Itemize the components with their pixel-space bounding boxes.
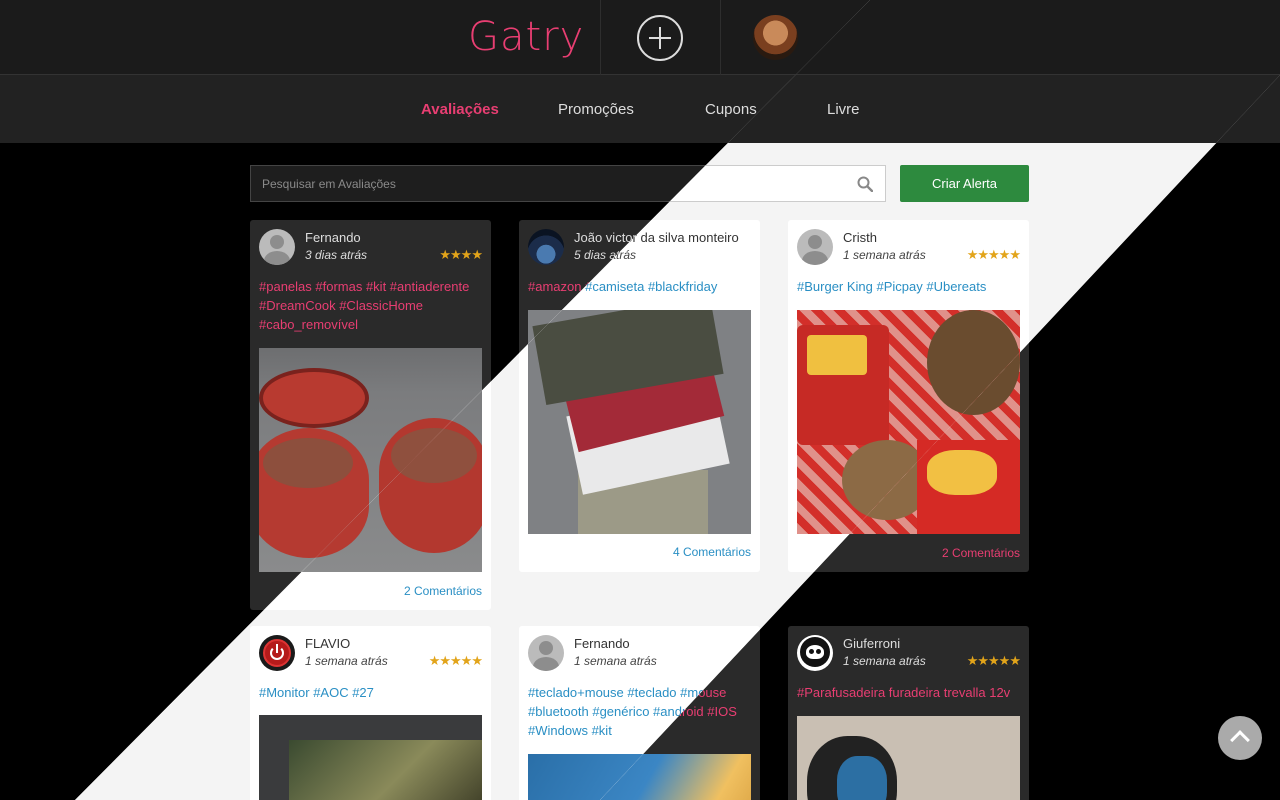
default-avatar-icon [797,229,833,265]
review-card[interactable]: FLAVIO 1 semana atrás ★★★★★ #Monitor #AOC #… [250,626,491,800]
card-username[interactable]: Fernando [305,230,361,245]
card-tags[interactable]: #Burger King #Picpay #Ubereats [797,277,1022,296]
card-time: 1 semana atrás [843,248,926,262]
review-card[interactable]: Giuferroni 1 semana atrás ★★★★★ #Parafusade… [788,626,1029,800]
card-username[interactable]: Giuferroni [843,636,900,651]
scroll-to-top-button[interactable] [1218,716,1262,760]
card-username[interactable]: FLAVIO [305,636,350,651]
card-time: 1 semana atrás [305,654,388,668]
search-icon[interactable] [857,176,874,193]
default-avatar-icon [259,229,295,265]
card-avatar[interactable] [528,229,564,265]
nav-tab-2[interactable]: Cupons [705,101,757,118]
card-username[interactable]: Cristh [843,230,877,245]
card-time: 1 semana atrás [843,654,926,668]
comments-link[interactable]: 2 Comentários [404,584,482,598]
card-tags[interactable]: #Parafusadeira furadeira trevalla 12v [797,683,1022,702]
skull-icon [797,635,833,671]
card-avatar[interactable] [259,229,295,265]
user-avatar[interactable] [753,15,798,60]
default-avatar-icon [528,635,564,671]
card-photo[interactable] [259,715,482,800]
card-avatar[interactable] [797,229,833,265]
comments-link[interactable]: 4 Comentários [673,545,751,559]
nav-tab-0[interactable]: Avaliações [421,101,499,118]
card-tags[interactable]: #panelas #formas #kit #antiaderente #Dre… [259,277,484,334]
comments-link[interactable]: 2 Comentários [942,546,1020,560]
avatar [528,229,564,265]
nav-tab-3[interactable]: Livre [827,101,860,118]
gatry-logo[interactable]: Gatry [468,14,584,60]
star-rating: ★★★★★ [966,653,1021,668]
card-avatar[interactable] [528,635,564,671]
create-alert-button[interactable]: Criar Alerta [900,165,1029,202]
card-avatar[interactable] [259,635,295,671]
card-avatar[interactable] [797,635,833,671]
card-username[interactable]: Fernando [574,636,630,651]
star-rating: ★★★★ [439,247,483,262]
card-photo[interactable] [528,310,751,534]
card-tags[interactable]: #Monitor #AOC #27 [259,683,484,702]
card-time: 1 semana atrás [574,654,657,668]
nav-tab-1[interactable]: Promoções [558,101,634,118]
power-icon [259,635,295,671]
card-time: 3 dias atrás [305,248,368,262]
add-post-button[interactable] [637,15,683,61]
star-rating: ★★★★★ [428,653,483,668]
card-photo[interactable] [797,716,1020,800]
star-rating: ★★★★★ [966,247,1021,262]
